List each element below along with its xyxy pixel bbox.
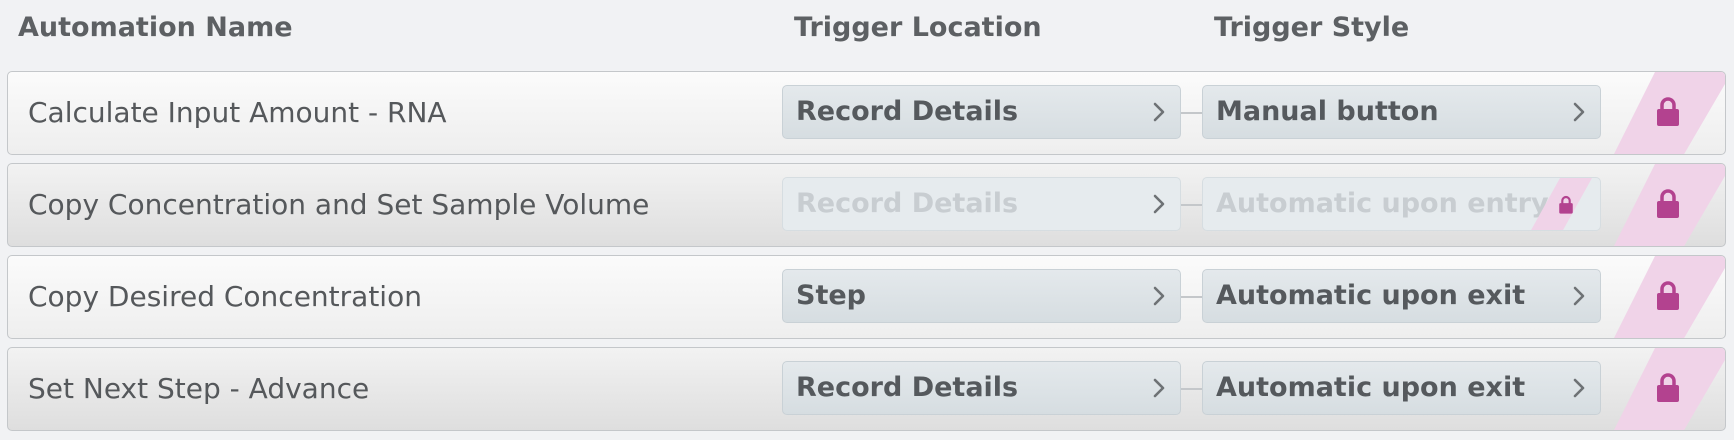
trigger-location-label: Record Details: [796, 372, 1019, 403]
connector-line: [1181, 204, 1202, 206]
automation-row[interactable]: Set Next Step - Advance Record Details A…: [7, 347, 1726, 431]
row-lock[interactable]: [1605, 72, 1725, 154]
column-header-automation-name: Automation Name: [18, 12, 293, 43]
trigger-style-select[interactable]: Manual button: [1202, 85, 1601, 139]
trigger-location-select[interactable]: Record Details: [782, 177, 1181, 231]
row-lock[interactable]: [1605, 348, 1725, 430]
column-header-trigger-location: Trigger Location: [794, 12, 1042, 43]
automation-row[interactable]: Calculate Input Amount - RNA Record Deta…: [7, 71, 1726, 155]
trigger-location-select[interactable]: Record Details: [782, 85, 1181, 139]
column-header-trigger-style: Trigger Style: [1214, 12, 1410, 43]
trigger-location-label: Step: [796, 280, 866, 311]
trigger-location-select[interactable]: Record Details: [782, 361, 1181, 415]
connector-line: [1181, 388, 1202, 390]
lock-icon: [1559, 195, 1573, 214]
automation-name: Set Next Step - Advance: [28, 372, 370, 405]
chevron-right-icon: [1573, 102, 1585, 122]
row-lock[interactable]: [1605, 164, 1725, 246]
chevron-right-icon: [1153, 378, 1165, 398]
trigger-style-select[interactable]: Automatic upon entry: [1202, 177, 1601, 231]
lock-icon: [1657, 189, 1679, 218]
lock-icon: [1657, 373, 1679, 402]
automation-row[interactable]: Copy Concentration and Set Sample Volume…: [7, 163, 1726, 247]
trigger-style-select[interactable]: Automatic upon exit: [1202, 269, 1601, 323]
chevron-right-icon: [1573, 286, 1585, 306]
trigger-location-select[interactable]: Step: [782, 269, 1181, 323]
automation-row[interactable]: Copy Desired Concentration Step Automati…: [7, 255, 1726, 339]
chevron-right-icon: [1153, 286, 1165, 306]
trigger-style-select[interactable]: Automatic upon exit: [1202, 361, 1601, 415]
automation-name: Calculate Input Amount - RNA: [28, 96, 447, 129]
connector-line: [1181, 112, 1202, 114]
trigger-style-label: Automatic upon entry: [1216, 188, 1549, 219]
automation-name: Copy Desired Concentration: [28, 280, 422, 313]
trigger-style-label: Manual button: [1216, 96, 1439, 127]
row-lock[interactable]: [1605, 256, 1725, 338]
trigger-location-label: Record Details: [796, 96, 1019, 127]
connector-line: [1181, 296, 1202, 298]
trigger-style-lock: [1530, 178, 1600, 230]
lock-icon: [1657, 281, 1679, 310]
table-header: Automation Name Trigger Location Trigger…: [0, 0, 1734, 60]
trigger-style-label: Automatic upon exit: [1216, 372, 1526, 403]
trigger-style-label: Automatic upon exit: [1216, 280, 1526, 311]
chevron-right-icon: [1573, 378, 1585, 398]
automation-name: Copy Concentration and Set Sample Volume: [28, 188, 650, 221]
trigger-location-label: Record Details: [796, 188, 1019, 219]
chevron-right-icon: [1153, 102, 1165, 122]
chevron-right-icon: [1153, 194, 1165, 214]
lock-icon: [1657, 97, 1679, 126]
